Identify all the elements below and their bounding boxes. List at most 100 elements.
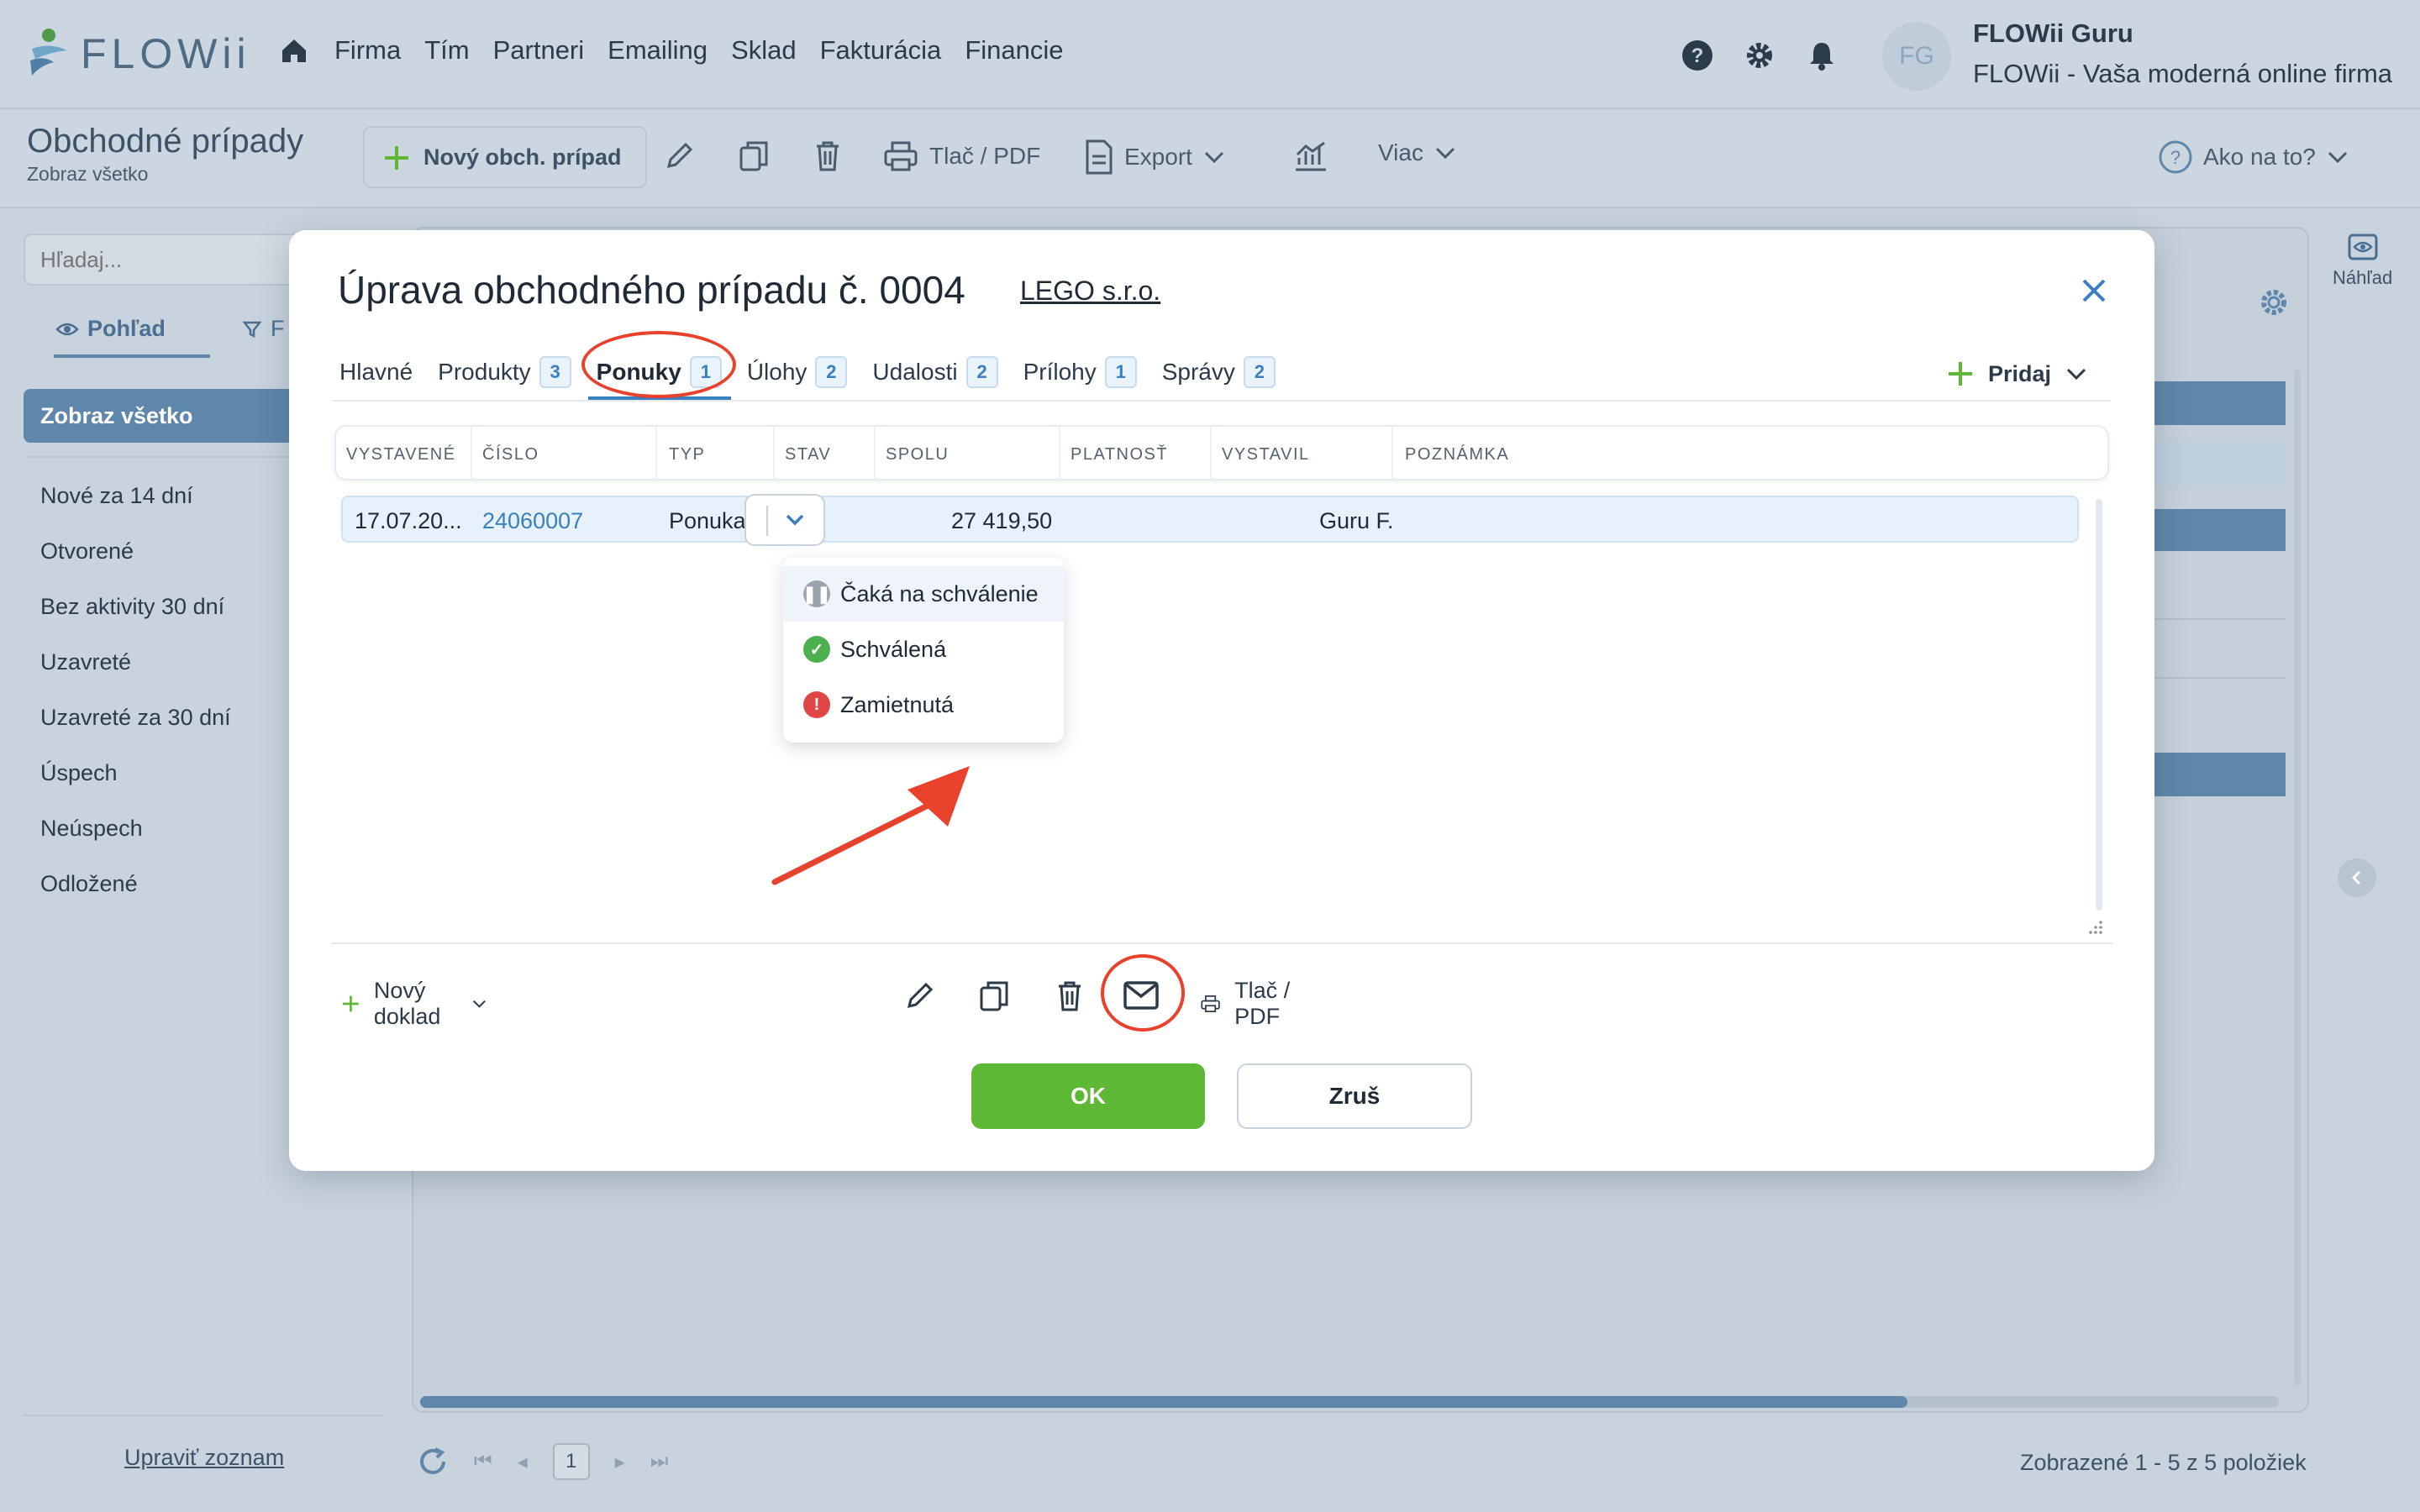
help-guide-button[interactable]: ? Ako na to? xyxy=(2158,139,2349,175)
nav-item-sklad[interactable]: Sklad xyxy=(731,35,797,66)
pencil-icon[interactable] xyxy=(902,978,938,1013)
gear-icon[interactable] xyxy=(1743,39,1776,72)
column-separator xyxy=(874,427,876,479)
tab-filter[interactable]: F xyxy=(242,316,285,342)
sidebar-item[interactable]: Úspech xyxy=(40,760,231,816)
more-menu-button[interactable]: Viac xyxy=(1378,139,1457,166)
column-header[interactable]: SPOLU xyxy=(886,445,949,465)
nav-item-tim[interactable]: Tím xyxy=(424,35,469,66)
trash-icon[interactable] xyxy=(810,138,845,173)
first-page-icon[interactable]: ⏮ xyxy=(474,1450,492,1473)
nav-item-financie[interactable]: Financie xyxy=(965,35,1063,66)
cell-number-link[interactable]: 24060007 xyxy=(482,508,583,534)
status-select[interactable] xyxy=(744,494,825,546)
pagination: ⏮ ◂ 1 ▸ ⏭ xyxy=(417,1443,668,1480)
export-button[interactable]: Export xyxy=(1084,139,1226,175)
sidebar-item[interactable]: Bez aktivity 30 dní xyxy=(40,594,231,649)
status-option-approved[interactable]: ✓ Schválená xyxy=(783,622,1064,677)
column-header[interactable]: VYSTAVIL xyxy=(1222,445,1310,465)
copy-icon[interactable] xyxy=(736,138,771,173)
sidebar-item[interactable]: Uzavreté xyxy=(40,649,231,705)
grid-row-divider xyxy=(2151,618,2286,620)
tabs-divider xyxy=(333,400,2111,402)
next-page-icon[interactable]: ▸ xyxy=(615,1450,625,1474)
current-page[interactable]: 1 xyxy=(552,1443,590,1480)
settings-gear-icon[interactable] xyxy=(2257,286,2291,319)
tab-attachments[interactable]: Prílohy 1 xyxy=(1023,351,1137,393)
sidebar-list: Nové za 14 dní Otvorené Bez aktivity 30 … xyxy=(40,483,231,927)
app-logo[interactable]: FLOWii xyxy=(25,27,251,81)
help-icon[interactable]: ? xyxy=(1681,39,1714,72)
copy-icon[interactable] xyxy=(976,978,1012,1013)
svg-text:?: ? xyxy=(1691,45,1704,67)
offers-vertical-scrollbar[interactable] xyxy=(2096,499,2102,911)
nav-item-partneri[interactable]: Partneri xyxy=(493,35,585,66)
new-deal-button[interactable]: Nový obch. prípad xyxy=(363,126,647,188)
print-pdf-button[interactable]: Tlač / PDF xyxy=(882,139,1040,173)
tab-products[interactable]: Produkty 3 xyxy=(438,351,571,393)
search-input[interactable] xyxy=(24,234,309,286)
plus-icon xyxy=(1949,362,1972,386)
sidebar-item[interactable]: Uzavreté za 30 dní xyxy=(40,705,231,760)
check-icon: ✓ xyxy=(803,636,830,663)
tab-view-underline xyxy=(54,354,210,358)
ok-button[interactable]: OK xyxy=(971,1063,1205,1129)
cancel-button[interactable]: Zruš xyxy=(1237,1063,1472,1129)
chevron-down-icon xyxy=(786,514,804,526)
tab-view[interactable]: Pohľad xyxy=(55,316,166,342)
column-header[interactable]: VYSTAVENÉ xyxy=(346,445,456,465)
chart-icon[interactable] xyxy=(1292,139,1329,173)
refresh-icon[interactable] xyxy=(417,1446,449,1478)
pencil-icon[interactable] xyxy=(662,138,697,173)
tab-main[interactable]: Hlavné xyxy=(339,351,413,393)
sidebar-item[interactable]: Odložené xyxy=(40,871,231,927)
column-separator xyxy=(655,427,657,479)
tab-view-label: Pohľad xyxy=(87,316,166,341)
edit-list-link[interactable]: Upraviť zoznam xyxy=(124,1445,284,1471)
cell-type: Ponuka xyxy=(669,508,746,533)
user-name[interactable]: FLOWii Guru xyxy=(1973,18,2133,49)
document-icon xyxy=(1086,139,1113,175)
status-option-pending[interactable]: ❚❚ Čaká na schválenie xyxy=(783,566,1064,622)
resize-handle-icon[interactable] xyxy=(2087,919,2104,936)
nav-item-firma[interactable]: Firma xyxy=(334,35,401,66)
tab-messages[interactable]: Správy 2 xyxy=(1162,351,1276,393)
add-button[interactable]: Pridaj xyxy=(1946,360,2088,388)
home-icon[interactable] xyxy=(277,34,311,67)
last-page-icon[interactable]: ⏭ xyxy=(650,1450,669,1473)
nav-item-fakturacia[interactable]: Fakturácia xyxy=(820,35,942,66)
status-option-rejected[interactable]: ! Zamietnutá xyxy=(783,677,1064,732)
column-header[interactable]: STAV xyxy=(785,445,831,465)
bell-icon[interactable] xyxy=(1805,39,1839,72)
company-link[interactable]: LEGO s.r.o. xyxy=(1020,276,1160,307)
tab-events[interactable]: Udalosti 2 xyxy=(872,351,998,393)
sidebar-item[interactable]: Neúspech xyxy=(40,816,231,871)
print-pdf-button[interactable]: Tlač / PDF xyxy=(1200,978,1296,1030)
sidebar-item[interactable]: Otvorené xyxy=(40,538,231,594)
column-header[interactable]: ČÍSLO xyxy=(482,445,539,465)
table-row[interactable]: 17.07.20... 24060007 Ponuka 27 419,50 Gu… xyxy=(341,496,2079,543)
tab-tasks[interactable]: Úlohy 2 xyxy=(747,351,848,393)
grid-scrollbar-thumb[interactable] xyxy=(420,1396,1907,1408)
sidebar-item[interactable]: Nové za 14 dní xyxy=(40,483,231,538)
annotation-circle-mail xyxy=(1101,954,1185,1032)
column-header[interactable]: PLATNOSŤ xyxy=(1071,445,1168,465)
trash-icon[interactable] xyxy=(1052,978,1087,1013)
grid-vertical-scrollbar[interactable] xyxy=(2294,370,2301,1386)
column-header[interactable]: POZNÁMKA xyxy=(1405,445,1509,465)
logo-text: FLOWii xyxy=(81,30,251,77)
grid-row-divider xyxy=(2151,677,2286,679)
nav-item-emailing[interactable]: Emailing xyxy=(608,35,708,66)
new-document-button[interactable]: Nový doklad xyxy=(341,978,487,1030)
collapse-panel-button[interactable] xyxy=(2338,858,2376,897)
preview-button[interactable]: Náhľad xyxy=(2333,232,2392,289)
sidebar-item-show-all[interactable]: Zobraz všetko xyxy=(24,389,326,443)
close-icon[interactable] xyxy=(2077,274,2111,307)
column-header[interactable]: TYP xyxy=(669,445,705,465)
avatar[interactable]: FG xyxy=(1882,22,1951,91)
cell-total: 27 419,50 xyxy=(951,508,1053,533)
tab-badge: 2 xyxy=(815,356,848,388)
status-option-label: Čaká na schválenie xyxy=(840,580,1039,606)
more-label: Viac xyxy=(1378,139,1423,165)
prev-page-icon[interactable]: ◂ xyxy=(518,1450,528,1474)
